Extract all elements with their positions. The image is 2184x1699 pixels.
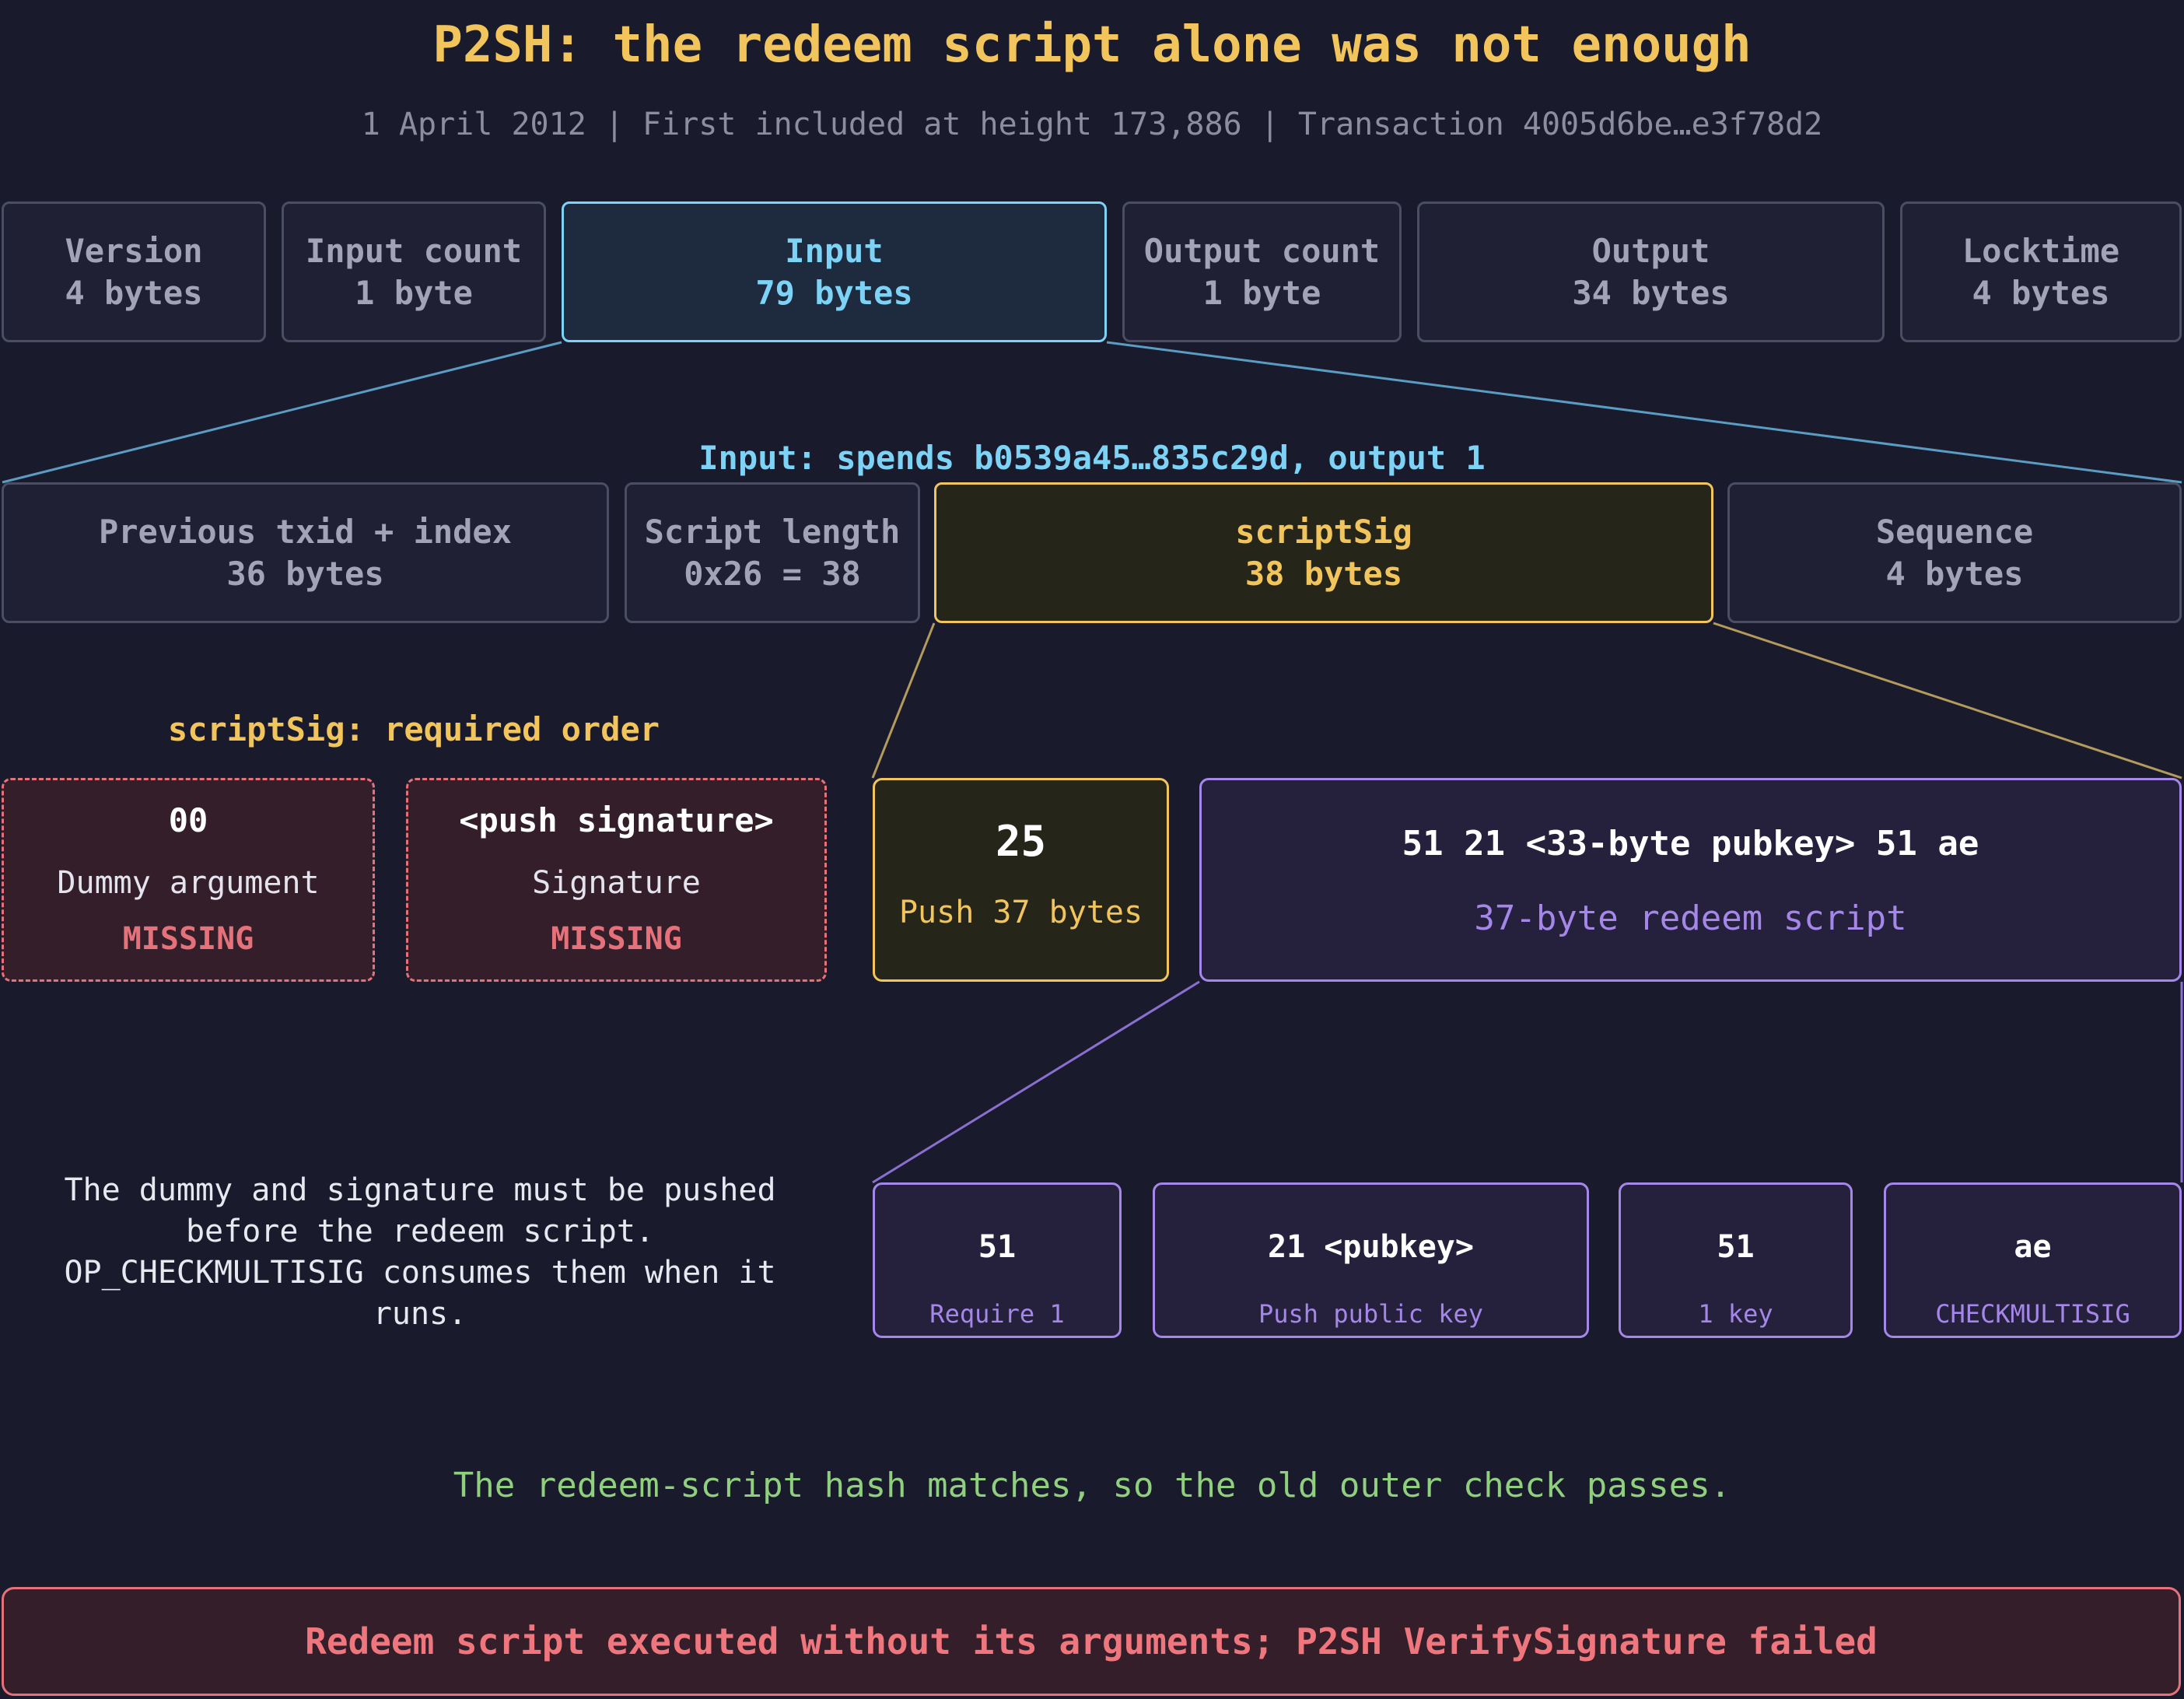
opcode-hex: 51	[978, 1229, 1017, 1265]
missing-badge: MISSING	[551, 921, 682, 957]
opcode-hex: ae	[2014, 1229, 2052, 1265]
opcode-label: Push public key	[1258, 1299, 1483, 1329]
field-name: Input count	[305, 231, 523, 270]
redeem-script-label: 37-byte redeem script	[1474, 899, 1907, 938]
field-size: 79 bytes	[755, 273, 913, 312]
opcode-label: CHECKMULTISIG	[1935, 1299, 2130, 1329]
input-field-script-length: Script length 0x26 = 38	[625, 482, 920, 623]
field-size: 36 bytes	[226, 554, 384, 593]
missing-dummy-argument: 00 Dummy argument MISSING	[2, 778, 375, 982]
redeem-op-push-pubkey: 21 <pubkey> Push public key	[1153, 1182, 1589, 1338]
input-field-sequence: Sequence 4 bytes	[1727, 482, 2182, 623]
ordering-note: The dummy and signature must be pushed b…	[64, 1172, 776, 1332]
field-size: 38 bytes	[1244, 554, 1403, 593]
field-size: 1 byte	[355, 273, 473, 312]
push-37-bytes-box: 25 Push 37 bytes	[873, 778, 1169, 982]
input-field-previous-txid: Previous txid + index 36 bytes	[2, 482, 609, 623]
opcode-hex: 21 <pubkey>	[1268, 1229, 1474, 1265]
field-name: Script length	[644, 512, 901, 551]
redeem-connector-left	[872, 980, 1200, 1184]
fail-message: Redeem script executed without its argum…	[305, 1620, 1878, 1662]
scriptsig-connector-left	[871, 622, 936, 779]
field-name: scriptSig	[1235, 512, 1412, 551]
tx-field-output-count: Output count 1 byte	[1122, 201, 1402, 342]
opcode-hex: 00	[168, 801, 208, 839]
tx-field-input-count: Input count 1 byte	[282, 201, 546, 342]
diagram-subtitle: 1 April 2012 | First included at height …	[361, 107, 1823, 142]
opcode-label: Push 37 bytes	[898, 895, 1143, 930]
missing-signature: <push signature> Signature MISSING	[406, 778, 827, 982]
field-name: Previous txid + index	[98, 512, 512, 551]
field-size: 4 bytes	[1885, 554, 2024, 593]
scriptsig-connector-right	[1713, 622, 2182, 779]
diagram-title: P2SH: the redeem script alone was not en…	[432, 16, 1752, 74]
field-name: Input	[785, 231, 884, 270]
field-name: Output count	[1143, 231, 1381, 270]
tx-field-version: Version 4 bytes	[2, 201, 266, 342]
opcode-hex: 51	[1717, 1229, 1755, 1265]
input-caption: Input: spends b0539a45…835c29d, output 1	[698, 439, 1486, 477]
opcode-label: Require 1	[929, 1299, 1065, 1329]
required-order-caption: scriptSig: required order	[167, 710, 660, 748]
tx-field-input: Input 79 bytes	[562, 201, 1107, 342]
field-name: Output	[1591, 231, 1710, 270]
pass-message: The redeem-script hash matches, so the o…	[453, 1466, 1731, 1505]
tx-field-locktime: Locktime 4 bytes	[1900, 201, 2182, 342]
redeem-op-checkmultisig: ae CHECKMULTISIG	[1884, 1182, 2182, 1338]
field-size: 4 bytes	[1972, 273, 2110, 312]
redeem-script-box: 51 21 <33-byte pubkey> 51 ae 37-byte red…	[1199, 778, 2182, 982]
opcode-hex: 25	[995, 817, 1047, 866]
field-size: 4 bytes	[65, 273, 203, 312]
field-name: Version	[65, 231, 203, 270]
opcode-label: Signature	[532, 865, 701, 901]
redeem-op-1-key: 51 1 key	[1619, 1182, 1853, 1338]
field-name: Sequence	[1875, 512, 2034, 551]
redeem-script-hex: 51 21 <33-byte pubkey> 51 ae	[1402, 824, 1979, 864]
opcode-hex: <push signature>	[459, 801, 774, 839]
field-size: 34 bytes	[1572, 273, 1730, 312]
tx-field-output: Output 34 bytes	[1417, 201, 1885, 342]
input-field-scriptsig: scriptSig 38 bytes	[934, 482, 1713, 623]
field-size: 0x26 = 38	[684, 554, 861, 593]
redeem-op-require-1: 51 Require 1	[873, 1182, 1122, 1338]
opcode-label: 1 key	[1698, 1299, 1773, 1329]
fail-banner: Redeem script executed without its argum…	[2, 1587, 2181, 1696]
field-name: Locktime	[1962, 231, 2120, 270]
field-size: 1 byte	[1202, 273, 1321, 312]
opcode-label: Dummy argument	[57, 865, 320, 901]
missing-badge: MISSING	[122, 921, 254, 957]
